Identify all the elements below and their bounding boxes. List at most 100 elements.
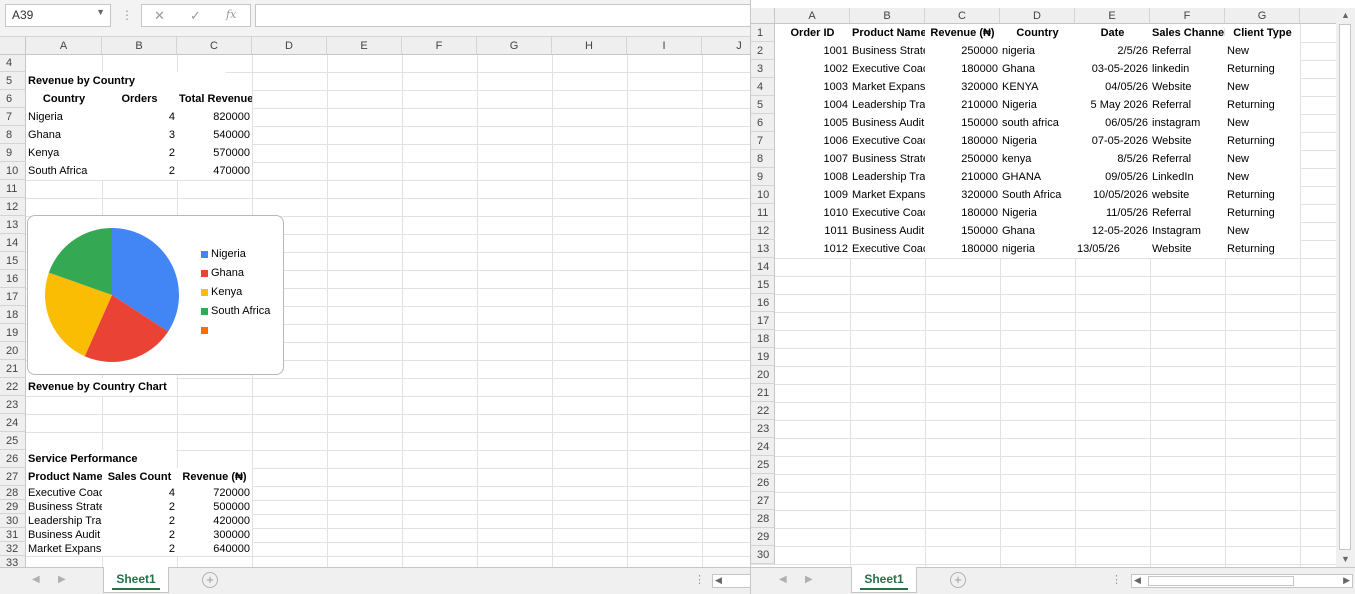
legend-item[interactable]: South Africa (201, 305, 270, 317)
row-header[interactable]: 29 (0, 500, 26, 514)
row-header[interactable]: 17 (751, 312, 775, 330)
column-header[interactable]: I (627, 37, 702, 55)
row-header[interactable]: 9 (751, 168, 775, 186)
column-header[interactable]: G (1225, 8, 1300, 24)
row-header[interactable]: 9 (0, 144, 26, 162)
row-header[interactable]: 6 (751, 114, 775, 132)
row-header[interactable]: 8 (0, 126, 26, 144)
column-header[interactable]: J (702, 37, 750, 55)
row-header[interactable]: 10 (0, 162, 26, 180)
row-header[interactable]: 16 (751, 294, 775, 312)
row-header[interactable]: 20 (0, 342, 26, 360)
row-header[interactable]: 18 (751, 330, 775, 348)
header-corner[interactable] (751, 8, 775, 24)
row-header[interactable]: 14 (751, 258, 775, 276)
row-header[interactable]: 25 (0, 432, 26, 450)
row-header[interactable]: 26 (751, 474, 775, 492)
row-header[interactable]: 19 (751, 348, 775, 366)
row-header[interactable]: 4 (0, 55, 26, 72)
row-header[interactable]: 10 (751, 186, 775, 204)
row-header[interactable]: 15 (0, 252, 26, 270)
legend-item[interactable]: Nigeria (201, 248, 246, 260)
scroll-left-icon[interactable]: ◀ (779, 574, 787, 585)
row-header[interactable]: 7 (751, 132, 775, 150)
row-header[interactable]: 5 (0, 72, 26, 90)
row-header[interactable]: 6 (0, 90, 26, 108)
row-header[interactable]: 19 (0, 324, 26, 342)
scrollbar-thumb[interactable] (1148, 576, 1294, 586)
row-header[interactable]: 24 (751, 438, 775, 456)
row-header[interactable]: 30 (751, 546, 775, 564)
scrollbar-thumb[interactable] (1339, 24, 1351, 550)
scroll-right-icon[interactable]: ▶ (1343, 575, 1350, 586)
sheet-tab-sheet1[interactable]: Sheet1 (103, 567, 169, 593)
row-header[interactable]: 7 (0, 108, 26, 126)
row-header[interactable]: 31 (0, 528, 26, 542)
row-header[interactable]: 33 (0, 556, 26, 567)
row-header[interactable]: 3 (751, 60, 775, 78)
row-header[interactable]: 29 (751, 528, 775, 546)
right-grid[interactable]: A B C D E F G 1 2 3 4 5 6 7 8 9 10 11 12 13 14 15 16 17 18 19 20 21… (751, 8, 1336, 567)
row-header[interactable]: 27 (0, 468, 26, 486)
column-header[interactable] (1300, 8, 1336, 24)
row-header[interactable]: 21 (751, 384, 775, 402)
function-icon[interactable]: fx (226, 8, 236, 21)
row-header[interactable]: 23 (751, 420, 775, 438)
scroll-right-icon[interactable]: ▶ (58, 574, 66, 585)
column-header[interactable]: D (252, 37, 327, 55)
name-box[interactable]: A39 ▼ (5, 4, 111, 27)
column-header[interactable]: G (477, 37, 552, 55)
row-header[interactable]: 28 (751, 510, 775, 528)
scroll-left-icon[interactable]: ◀ (1134, 575, 1141, 586)
legend-item[interactable]: Kenya (201, 286, 242, 298)
enter-icon[interactable]: ✓ (190, 8, 201, 24)
horizontal-scrollbar[interactable]: ◀ (712, 574, 750, 588)
scroll-left-icon[interactable]: ◀ (715, 575, 722, 586)
row-header[interactable]: 14 (0, 234, 26, 252)
row-header[interactable]: 22 (0, 378, 26, 396)
scroll-down-icon[interactable]: ▼ (1341, 554, 1350, 564)
row-header[interactable]: 24 (0, 414, 26, 432)
more-options-icon[interactable]: ⋮ (694, 573, 705, 586)
column-header[interactable]: F (402, 37, 477, 55)
row-header[interactable]: 1 (751, 24, 775, 42)
row-header[interactable]: 8 (751, 150, 775, 168)
row-header[interactable]: 21 (0, 360, 26, 378)
column-header[interactable]: H (552, 37, 627, 55)
column-header[interactable]: B (102, 37, 177, 55)
row-header[interactable]: 32 (0, 542, 26, 556)
row-header[interactable]: 30 (0, 514, 26, 528)
row-header[interactable]: 12 (751, 222, 775, 240)
horizontal-scrollbar[interactable]: ◀ ▶ (1131, 574, 1353, 588)
header-corner[interactable] (0, 37, 26, 55)
vertical-scrollbar[interactable]: ▲ ▼ (1336, 8, 1355, 567)
row-header[interactable]: 2 (751, 42, 775, 60)
row-header[interactable]: 15 (751, 276, 775, 294)
legend-item[interactable]: Ghana (201, 267, 244, 279)
scroll-right-icon[interactable]: ▶ (805, 574, 813, 585)
chevron-down-icon[interactable]: ▼ (96, 7, 105, 17)
column-header[interactable]: F (1150, 8, 1225, 24)
row-header[interactable]: 12 (0, 198, 26, 216)
scroll-left-icon[interactable]: ◀ (32, 574, 40, 585)
row-header[interactable]: 25 (751, 456, 775, 474)
row-header[interactable]: 5 (751, 96, 775, 114)
row-header[interactable]: 23 (0, 396, 26, 414)
scroll-up-icon[interactable]: ▲ (1341, 10, 1350, 20)
formula-input[interactable] (255, 4, 750, 27)
column-header[interactable]: A (775, 8, 850, 24)
column-header[interactable]: B (850, 8, 925, 24)
row-header[interactable]: 11 (751, 204, 775, 222)
row-header[interactable]: 4 (751, 78, 775, 96)
column-header[interactable]: E (1075, 8, 1150, 24)
cancel-icon[interactable]: ✕ (154, 8, 165, 24)
row-header[interactable]: 26 (0, 450, 26, 468)
column-header[interactable]: E (327, 37, 402, 55)
more-options-icon[interactable]: ⋮ (1111, 573, 1122, 586)
more-options-icon[interactable]: ⋮ (121, 8, 133, 22)
add-sheet-icon[interactable]: + (950, 572, 966, 588)
legend-item[interactable] (201, 324, 211, 336)
sheet-tab-sheet1[interactable]: Sheet1 (851, 567, 917, 593)
row-header[interactable]: 13 (751, 240, 775, 258)
row-header[interactable]: 17 (0, 288, 26, 306)
